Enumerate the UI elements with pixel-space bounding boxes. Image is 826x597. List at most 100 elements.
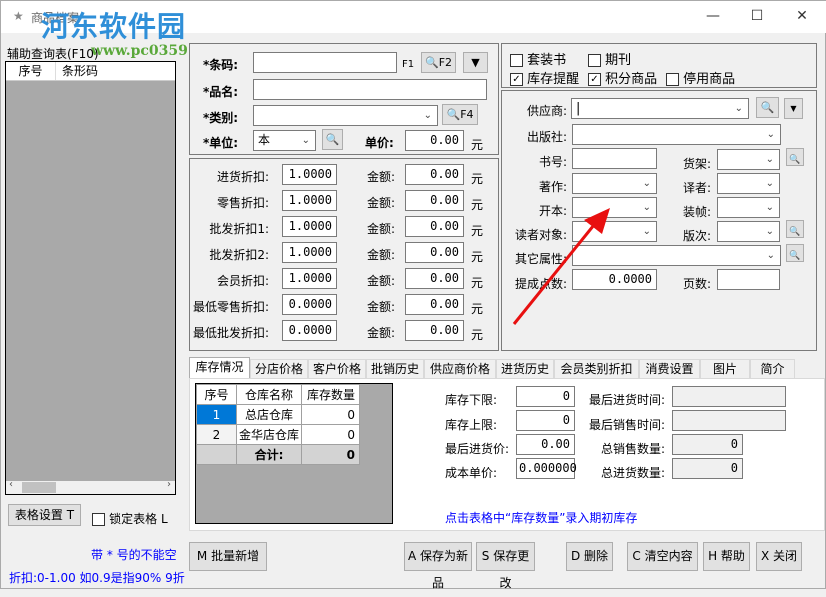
- stock-min-input[interactable]: 0: [516, 386, 575, 407]
- discount-input[interactable]: 1.0000: [282, 216, 337, 237]
- shelf-select[interactable]: ⌄: [717, 149, 780, 170]
- unit-search-button[interactable]: 🔍: [322, 129, 343, 150]
- points-item-checkbox[interactable]: ✓ 积分商品: [588, 68, 657, 87]
- amount-input[interactable]: 0.00: [405, 164, 464, 185]
- book-no-input[interactable]: [572, 148, 657, 169]
- amount-input[interactable]: 0.00: [405, 294, 464, 315]
- stock-qty-cell[interactable]: 0: [302, 405, 360, 425]
- amount-input[interactable]: 0.00: [405, 216, 464, 237]
- column-header-barcode[interactable]: 条形码: [56, 62, 98, 80]
- column-header-no[interactable]: 序号: [6, 62, 56, 80]
- tab-2[interactable]: 客户价格: [308, 359, 366, 379]
- scroll-left-icon[interactable]: ‹: [9, 479, 13, 490]
- name-input[interactable]: [253, 79, 487, 100]
- delete-button[interactable]: D 删除: [566, 542, 613, 571]
- column-header-warehouse[interactable]: 仓库名称: [237, 385, 302, 405]
- chevron-down-icon: ⌄: [735, 100, 743, 117]
- amount-input[interactable]: 0.00: [405, 320, 464, 341]
- stock-grid[interactable]: 序号 仓库名称 库存数量 1 总店仓库 0 2 金华店仓库 0 合计: 0: [195, 383, 393, 524]
- discount-input[interactable]: 1.0000: [282, 164, 337, 185]
- save-changes-button[interactable]: S 保存更改: [476, 542, 535, 571]
- shelf-search-button[interactable]: 🔍: [786, 148, 804, 166]
- cost-input[interactable]: 0.000000: [516, 458, 575, 479]
- amount-label: 金额:: [367, 220, 395, 237]
- horizontal-scrollbar[interactable]: ‹ ›: [6, 481, 175, 494]
- tab-9[interactable]: 简介: [750, 359, 795, 379]
- tab-1[interactable]: 分店价格: [250, 359, 308, 379]
- category-select[interactable]: ⌄: [253, 105, 438, 126]
- batch-add-button[interactable]: M 批量新增: [189, 542, 267, 571]
- clear-button[interactable]: C 清空内容: [627, 542, 698, 571]
- amount-label: 金额:: [367, 272, 395, 289]
- help-button[interactable]: H 帮助: [703, 542, 750, 571]
- maximize-button[interactable]: ☐: [742, 5, 772, 27]
- binding-label: 装帧:: [651, 203, 711, 220]
- pages-input[interactable]: [717, 269, 780, 290]
- column-header-no[interactable]: 序号: [197, 385, 237, 405]
- discount-input[interactable]: 1.0000: [282, 268, 337, 289]
- stock-max-input[interactable]: 0: [516, 410, 575, 431]
- amount-input[interactable]: 0.00: [405, 242, 464, 263]
- amount-input[interactable]: 0.00: [405, 268, 464, 289]
- minimize-button[interactable]: —: [698, 5, 728, 27]
- tab-5[interactable]: 进货历史: [496, 359, 554, 379]
- tab-4[interactable]: 供应商价格: [424, 359, 496, 379]
- translator-select[interactable]: ⌄: [717, 173, 780, 194]
- publisher-select[interactable]: ⌄: [572, 124, 781, 145]
- barcode-input[interactable]: [253, 52, 397, 73]
- periodical-checkbox[interactable]: 期刊: [588, 49, 631, 68]
- table-row[interactable]: 1 总店仓库 0: [197, 405, 360, 425]
- barcode-dropdown-button[interactable]: ▼: [463, 52, 488, 73]
- supplier-select[interactable]: |⌄: [571, 98, 749, 119]
- other-attr-search-button[interactable]: 🔍: [786, 244, 804, 262]
- chevron-down-icon: ⌄: [643, 175, 651, 192]
- edition-select[interactable]: ⌄: [717, 221, 780, 242]
- total-sold-label: 总销售数量:: [601, 440, 665, 457]
- lock-table-checkbox[interactable]: 锁定表格 L: [92, 510, 168, 527]
- tab-6[interactable]: 会员类别折扣: [554, 359, 639, 379]
- disabled-item-checkbox[interactable]: 停用商品: [666, 68, 735, 87]
- save-as-new-button[interactable]: A 保存为新品: [404, 542, 472, 571]
- total-in-field: 0: [672, 458, 743, 479]
- scroll-right-icon[interactable]: ›: [167, 479, 171, 490]
- discount-input[interactable]: 0.0000: [282, 320, 337, 341]
- stock-qty-cell[interactable]: 0: [302, 425, 360, 445]
- last-price-input[interactable]: 0.00: [516, 434, 575, 455]
- column-header-qty[interactable]: 库存数量: [302, 385, 360, 405]
- discount-input[interactable]: 1.0000: [282, 190, 337, 211]
- stock-hint: 点击表格中“库存数量”录入期初库存: [445, 509, 637, 526]
- set-book-checkbox[interactable]: 套装书: [510, 49, 566, 68]
- red-arrow-annotation: [506, 206, 616, 331]
- price-input[interactable]: 0.00: [405, 130, 464, 151]
- table-row[interactable]: 2 金华店仓库 0: [197, 425, 360, 445]
- discount-input[interactable]: 1.0000: [282, 242, 337, 263]
- currency-label: 元: [471, 326, 483, 343]
- author-select[interactable]: ⌄: [572, 173, 657, 194]
- f2-label: F2: [439, 56, 452, 69]
- supplier-dropdown-button[interactable]: ▼: [784, 98, 803, 119]
- table-settings-button[interactable]: 表格设置 T: [8, 504, 81, 526]
- scrollbar-thumb[interactable]: [22, 482, 56, 493]
- category-search-button[interactable]: 🔍F4: [442, 104, 478, 125]
- stock-alert-checkbox[interactable]: ✓ 库存提醒: [510, 68, 579, 87]
- supplier-search-button[interactable]: 🔍: [756, 97, 779, 118]
- barcode-search-button[interactable]: 🔍F2: [421, 52, 456, 73]
- amount-input[interactable]: 0.00: [405, 190, 464, 211]
- row-no[interactable]: 2: [197, 425, 237, 445]
- close-button[interactable]: X 关闭: [756, 542, 802, 571]
- aux-query-grid[interactable]: 序号 条形码 ‹ ›: [5, 61, 176, 495]
- discount-input[interactable]: 0.0000: [282, 294, 337, 315]
- tab-0[interactable]: 库存情况: [189, 357, 250, 379]
- tab-7[interactable]: 消费设置: [639, 359, 700, 379]
- tab-3[interactable]: 批销历史: [366, 359, 424, 379]
- binding-select[interactable]: ⌄: [717, 197, 780, 218]
- close-window-button[interactable]: ✕: [787, 5, 817, 27]
- last-sale-time-label: 最后销售时间:: [589, 416, 665, 433]
- warehouse-name[interactable]: 金华店仓库: [237, 425, 302, 445]
- unit-select[interactable]: 本⌄: [253, 130, 316, 151]
- edition-search-button[interactable]: 🔍: [786, 220, 804, 238]
- row-no[interactable]: 1: [197, 405, 237, 425]
- tab-8[interactable]: 图片: [700, 359, 750, 379]
- warehouse-name[interactable]: 总店仓库: [237, 405, 302, 425]
- search-icon: 🔍: [446, 108, 460, 121]
